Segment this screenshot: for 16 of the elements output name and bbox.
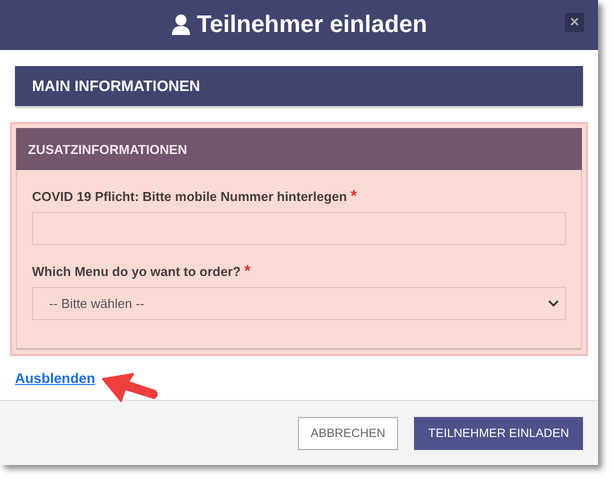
invite-button[interactable]: TEILNEHMER EINLADEN — [414, 416, 583, 450]
cancel-button[interactable]: ABBRECHEN — [298, 416, 398, 450]
required-mark: * — [244, 263, 251, 280]
close-button[interactable]: × — [565, 13, 584, 32]
required-mark: * — [350, 188, 357, 205]
dialog-title: Teilnehmer einladen — [196, 11, 428, 39]
section-header[interactable]: ZUSATZINFORMATIONEN — [16, 128, 582, 170]
select-field[interactable]: -- Bitte wählen -- — [32, 287, 566, 320]
annotation-arrow — [101, 373, 160, 403]
field-label: Which Menu do yo want to order? — [32, 264, 241, 279]
hide-link[interactable]: Ausblenden — [15, 370, 96, 386]
section-header[interactable]: MAIN INFORMATIONEN — [15, 66, 583, 106]
input-field[interactable] — [32, 212, 566, 245]
field-label: COVID 19 Pflicht: Bitte mobile Nummer hinterlegen — [32, 189, 347, 204]
user-icon — [170, 14, 191, 36]
chevron-down-icon — [548, 300, 559, 307]
